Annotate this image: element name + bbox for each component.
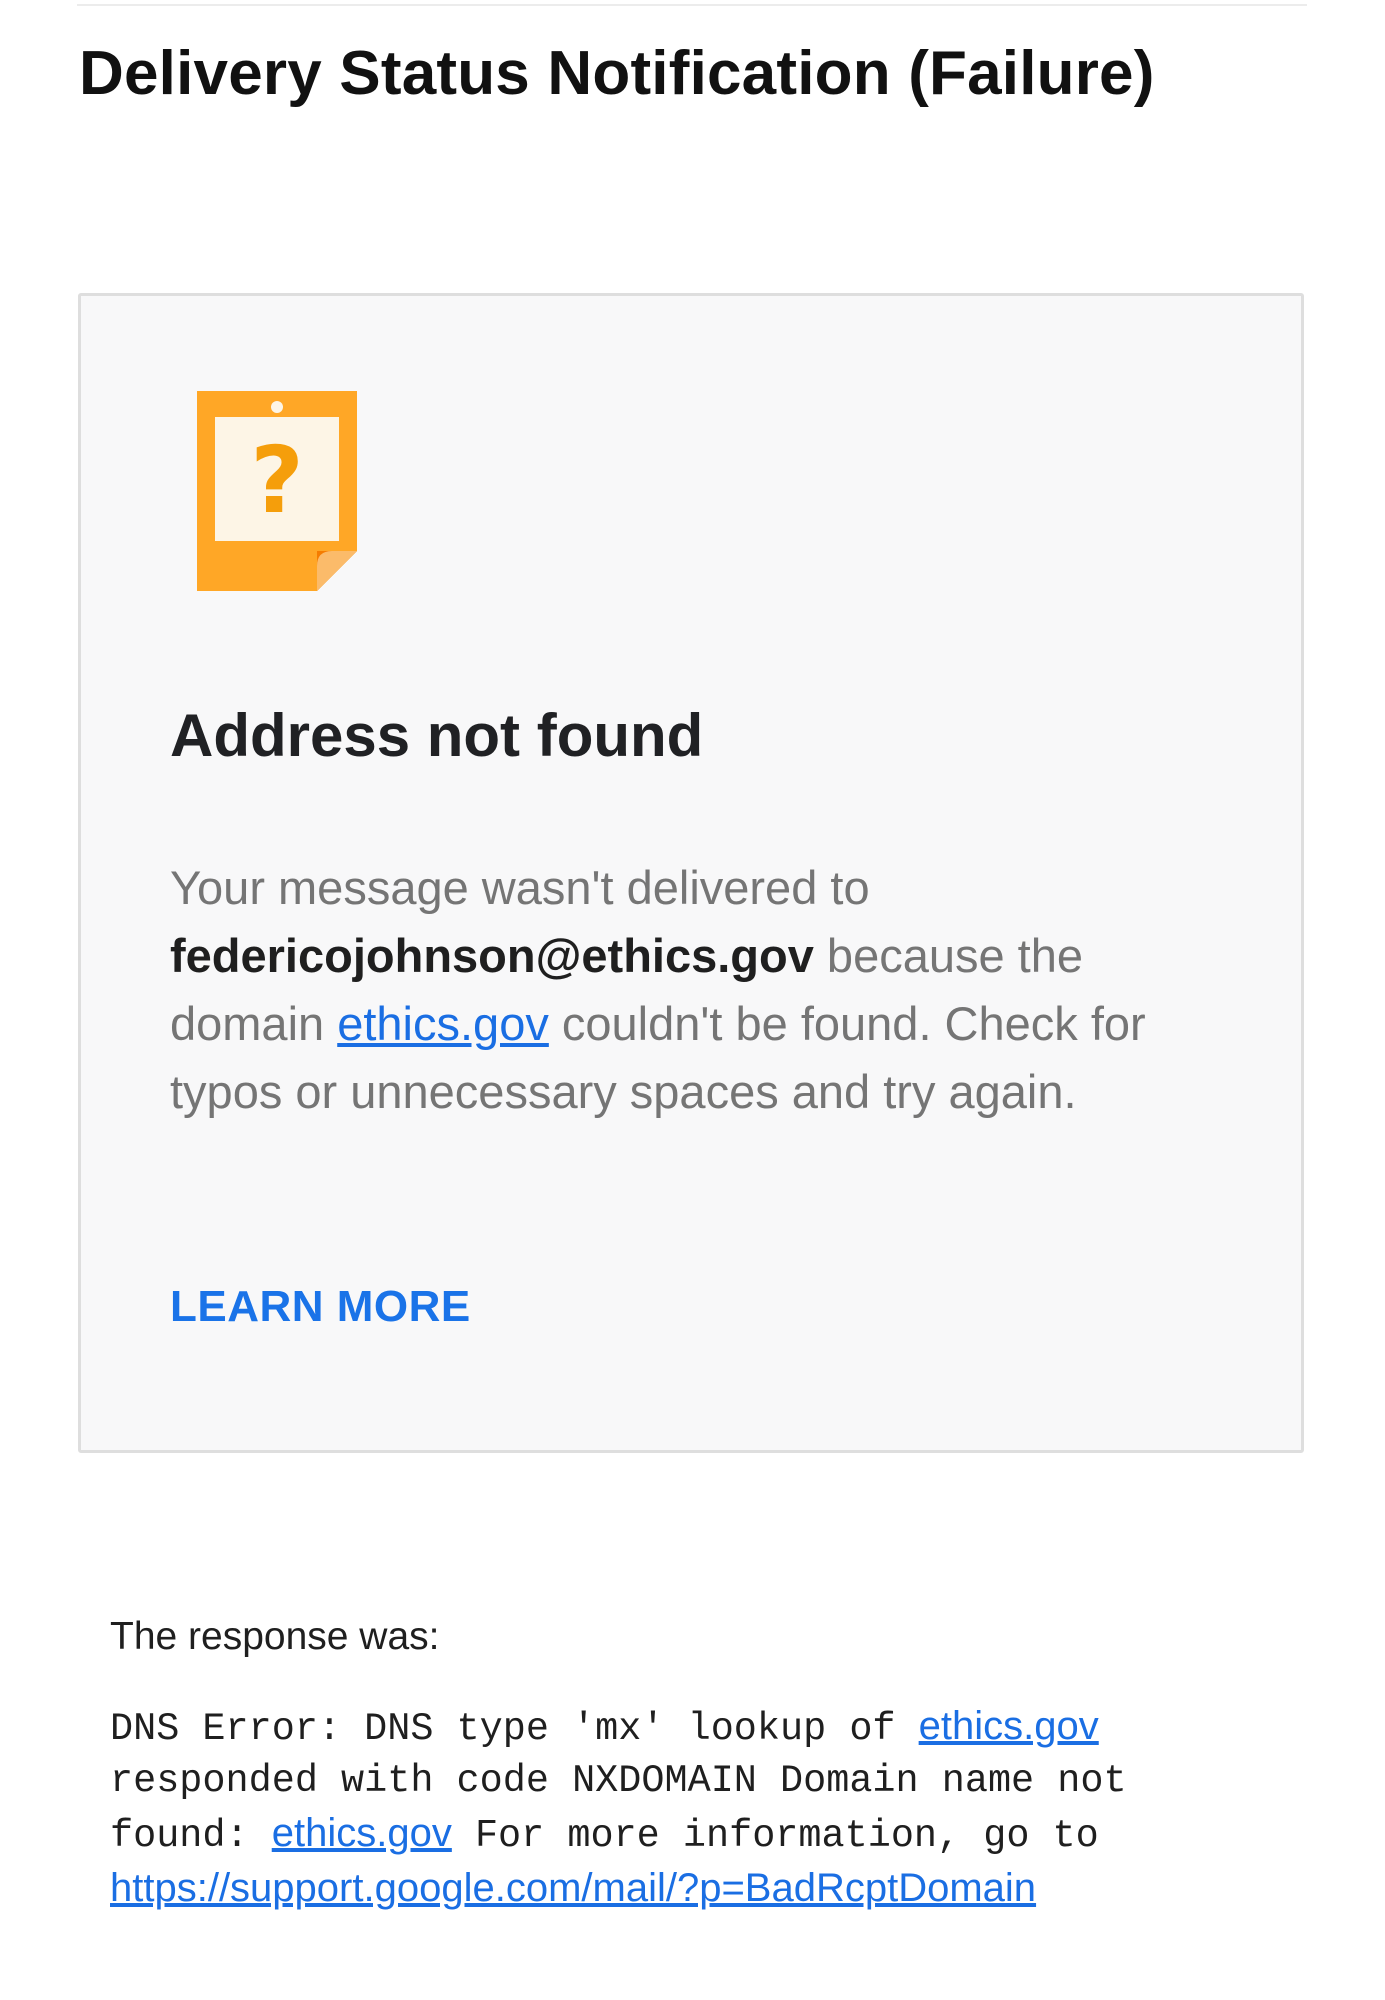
error-title: Address not found: [170, 702, 704, 769]
email-subject: Delivery Status Notification (Failure): [79, 39, 1155, 108]
learn-more-link[interactable]: LEARN MORE: [170, 1282, 471, 1332]
response-text-1: DNS Error: DNS type 'mx' lookup of: [110, 1707, 919, 1751]
recipient-address: federicojohnson@ethics.gov: [170, 929, 814, 982]
response-text-3: For more information, go to: [451, 1814, 1099, 1858]
support-help-link[interactable]: https://support.google.com/mail/?p=BadRc…: [110, 1866, 1036, 1910]
dns-error-response: DNS Error: DNS type 'mx' lookup of ethic…: [110, 1700, 1260, 1917]
domain-link[interactable]: ethics.gov: [337, 997, 549, 1050]
response-label: The response was:: [110, 1615, 440, 1658]
error-text-intro: Your message wasn't delivered to: [170, 861, 870, 914]
error-description: Your message wasn't delivered to federic…: [170, 854, 1230, 1126]
bounce-card: ? Address not found Your message wasn't …: [78, 293, 1304, 1453]
svg-text:?: ?: [250, 427, 303, 534]
unknown-address-note-icon: ?: [197, 391, 357, 591]
response-domain-link-2[interactable]: ethics.gov: [272, 1811, 452, 1855]
response-domain-link-1[interactable]: ethics.gov: [919, 1704, 1099, 1748]
header-divider: [77, 4, 1307, 6]
